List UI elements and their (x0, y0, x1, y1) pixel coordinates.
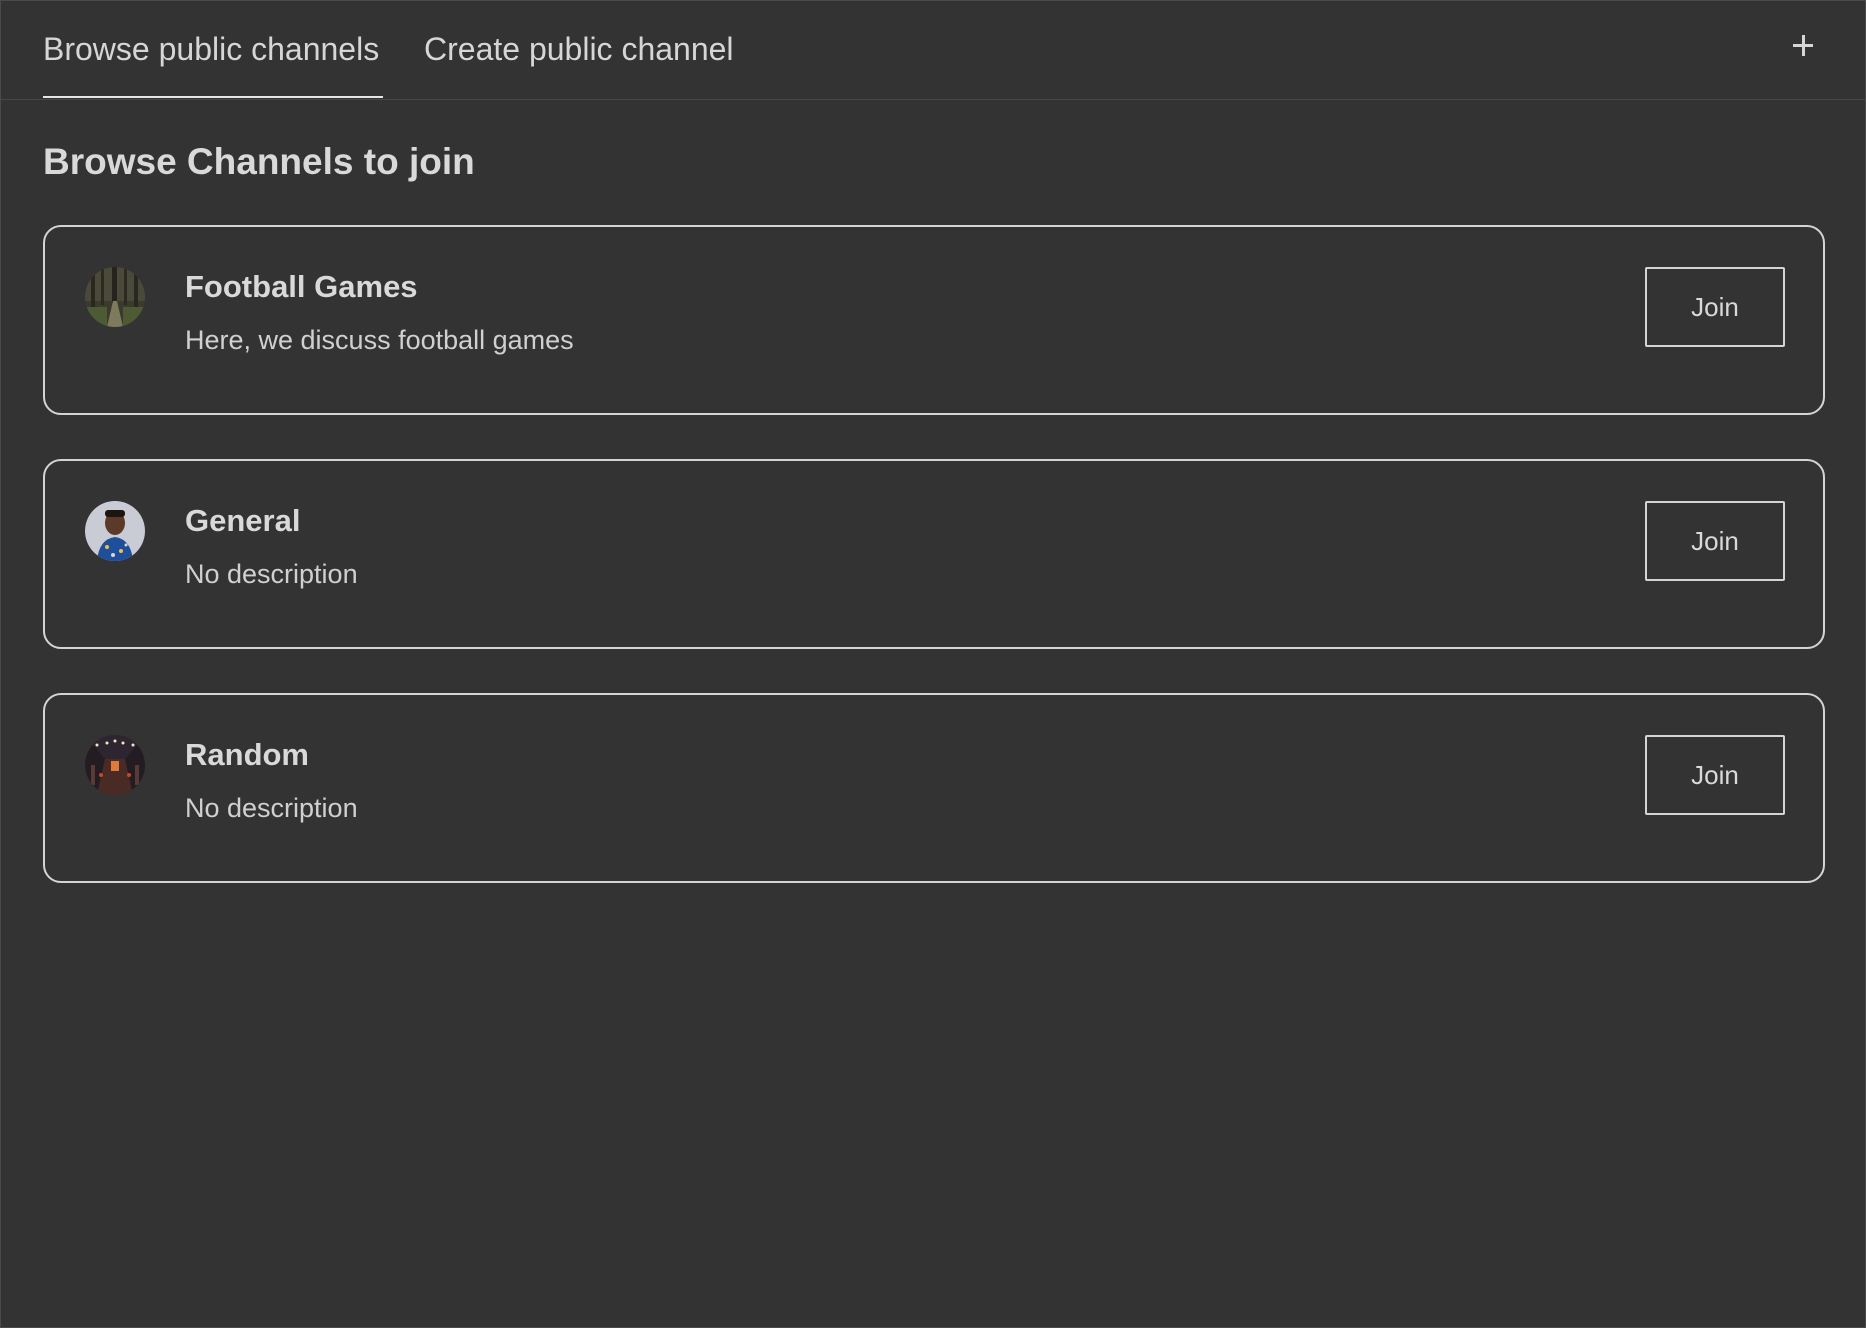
channel-card-random: Random No description Join (43, 693, 1825, 883)
page-title: Browse Channels to join (43, 141, 475, 182)
plus-icon[interactable] (1787, 31, 1817, 61)
channel-name: General (185, 503, 301, 538)
join-button[interactable]: Join (1645, 501, 1785, 581)
channel-description: Here, we discuss football games (185, 325, 574, 355)
browse-channels-panel: Browse public channels Create public cha… (0, 0, 1866, 1328)
channel-avatar (85, 735, 145, 795)
channel-description: No description (185, 559, 358, 589)
join-button[interactable]: Join (1645, 735, 1785, 815)
channel-card-football-games: Football Games Here, we discuss football… (43, 225, 1825, 415)
active-tab-indicator (43, 96, 383, 98)
channel-description: No description (185, 793, 358, 823)
tab-create-public-channel[interactable]: Create public channel (424, 31, 734, 68)
join-button[interactable]: Join (1645, 267, 1785, 347)
channel-name: Random (185, 737, 309, 772)
tab-browse-public-channels[interactable]: Browse public channels (43, 31, 379, 68)
channel-card-general: General No description Join (43, 459, 1825, 649)
channel-avatar (85, 501, 145, 561)
channel-name: Football Games (185, 269, 418, 304)
tab-bar: Browse public channels Create public cha… (1, 1, 1865, 100)
channel-avatar (85, 267, 145, 327)
